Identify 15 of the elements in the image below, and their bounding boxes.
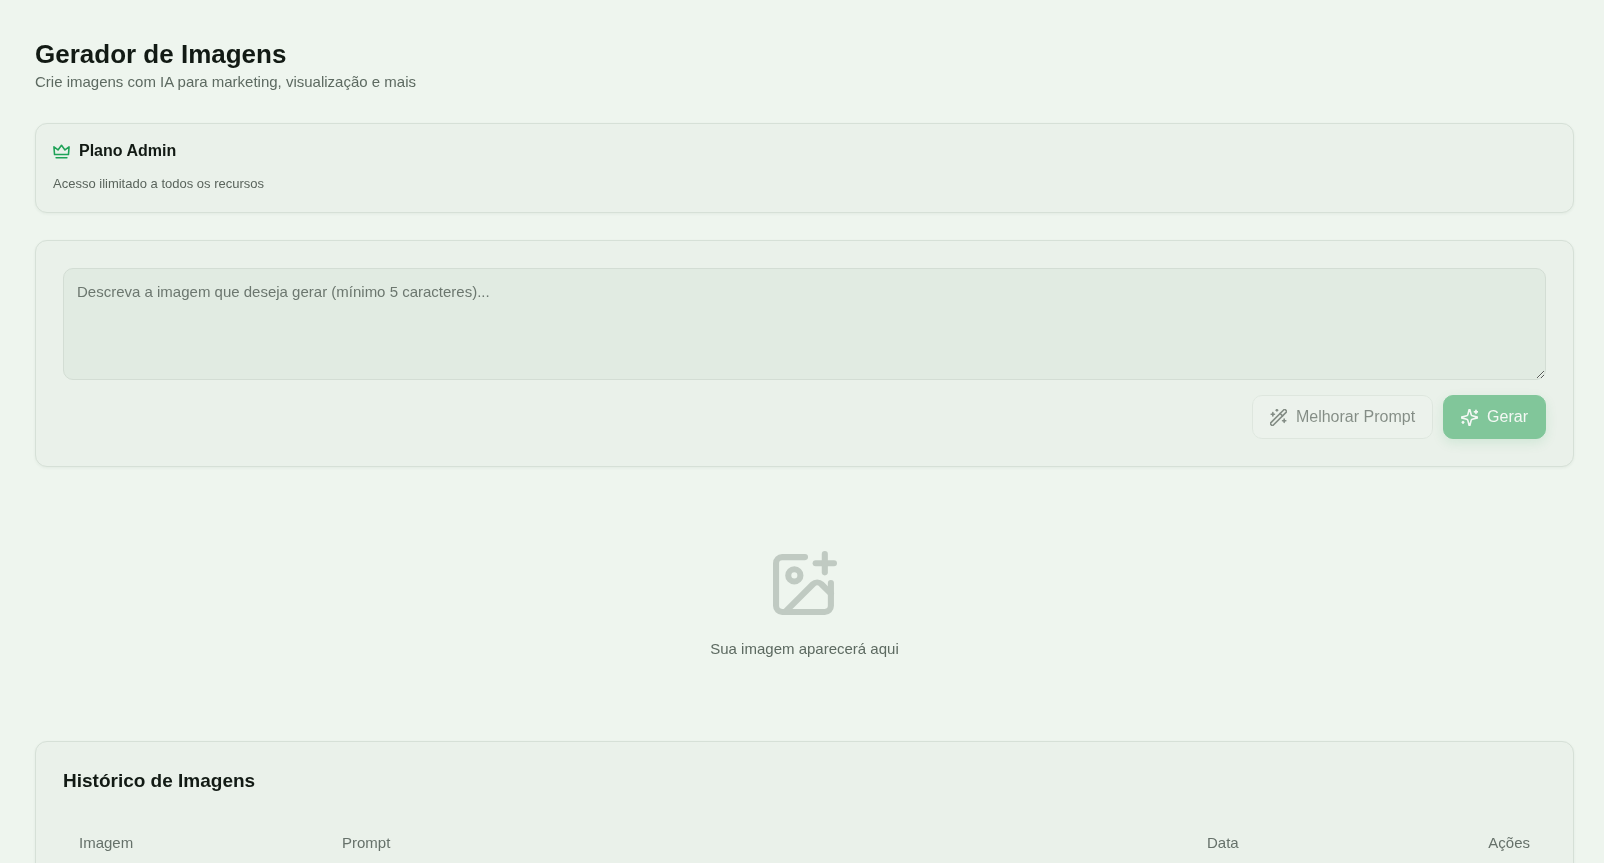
image-plus-icon — [772, 551, 837, 615]
column-header: Prompt — [341, 833, 392, 853]
crown-icon — [53, 143, 70, 159]
history-title: Histórico de Imagens — [63, 769, 257, 793]
page-subtitle: Crie imagens com IA para marketing, visualização e mais — [35, 72, 417, 92]
sparkles-icon — [1461, 408, 1479, 426]
column-header: Imagem — [78, 833, 135, 853]
magic-wand-icon — [1269, 408, 1287, 426]
column-header: Data — [1206, 833, 1240, 853]
plan-name: Plano Admin — [79, 141, 177, 161]
preview-placeholder-text: Sua imagem aparecerá aqui — [710, 639, 899, 659]
column-header: Ações — [1487, 833, 1531, 853]
prompt-field[interactable]: Descreva a imagem que deseja gerar (mínimo 5 caracteres)... — [63, 268, 1546, 380]
page-title: Gerador de Imagens — [35, 38, 288, 70]
plan-description: Acesso ilimitado a todos os recursos — [53, 175, 265, 193]
